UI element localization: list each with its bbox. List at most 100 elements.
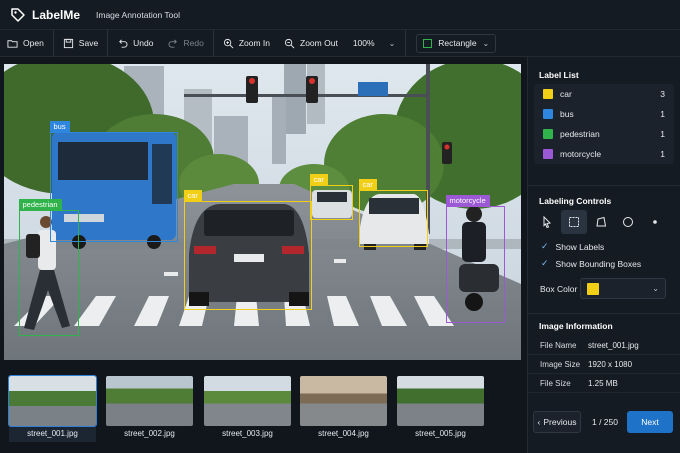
labeling-controls-title: Labeling Controls <box>539 196 612 206</box>
thumbnail-image <box>106 376 193 426</box>
label-name: motorcycle <box>560 149 602 159</box>
point-tool[interactable] <box>642 210 668 234</box>
zoom-in-label: Zoom In <box>238 38 271 48</box>
bbox-tag-car: car <box>183 190 202 201</box>
show-boxes-label: Show Bounding Boxes <box>555 258 642 269</box>
thumbnail-image <box>397 376 484 426</box>
label-count: 3 <box>660 89 665 99</box>
bbox-tag-car: car <box>309 174 328 185</box>
annotation-canvas[interactable]: bus pedestrian car car car motorcycle <box>4 64 521 360</box>
toolbar-divider <box>52 29 54 57</box>
check-icon: ✓ <box>541 241 549 251</box>
thumbnail-item[interactable]: street_002.jpg <box>106 376 193 442</box>
circle-icon <box>623 217 633 227</box>
bbox-tag-motorcycle: motorcycle <box>445 195 490 206</box>
previous-label: Previous <box>543 417 577 427</box>
section-divider <box>528 185 680 186</box>
chevron-down-icon: ⌄ <box>652 284 659 293</box>
open-button[interactable]: Open <box>0 30 51 57</box>
undo-label: Undo <box>133 38 154 48</box>
label-item-car[interactable]: car 3 <box>534 84 674 104</box>
thumbnail-image <box>300 376 387 426</box>
save-button[interactable]: Save <box>56 30 105 57</box>
info-row-file-size: File Size 1.25 MB <box>528 374 680 393</box>
label-count: 1 <box>660 129 665 139</box>
label-name: car <box>560 89 572 99</box>
chevron-left-icon: ‹ <box>537 417 541 427</box>
label-list: car 3 bus 1 pedestrian 1 motorcycle 1 <box>534 84 674 164</box>
save-icon <box>63 38 73 48</box>
folder-icon <box>7 39 18 48</box>
bbox-car-right[interactable]: car <box>358 179 428 247</box>
polygon-tool[interactable] <box>588 210 614 234</box>
tag-logo-icon <box>11 7 25 22</box>
zoom-in-button[interactable]: Zoom In <box>216 30 277 57</box>
info-key: Image Size <box>540 359 581 369</box>
thumbnail-name: street_005.jpg <box>415 429 466 438</box>
toolbar-divider <box>107 29 109 57</box>
thumbnail-item[interactable]: street_001.jpg <box>8 375 97 442</box>
color-swatch <box>543 109 553 119</box>
filmstrip: street_001.jpg street_002.jpg street_003… <box>0 366 526 453</box>
next-label: Next <box>641 417 659 427</box>
page-indicator: 1 / 250 <box>592 417 618 427</box>
show-boxes-toggle[interactable]: ✓ Show Bounding Boxes <box>541 258 641 269</box>
thumbnail-name: street_001.jpg <box>27 429 78 438</box>
info-row-file-name: File Name street_001.jpg <box>528 336 680 355</box>
label-list-title: Label List <box>539 70 579 80</box>
app-subtitle: Image Annotation Tool <box>96 9 180 20</box>
info-row-image-size: Image Size 1920 x 1080 <box>528 355 680 374</box>
select-tool[interactable] <box>534 210 560 234</box>
cursor-icon <box>543 216 552 228</box>
redo-label: Redo <box>183 38 204 48</box>
shape-select[interactable]: Rectangle ⌄ <box>416 33 497 53</box>
circle-tool[interactable] <box>615 210 641 234</box>
bbox-pedestrian[interactable]: pedestrian <box>18 199 79 336</box>
label-count: 1 <box>660 109 665 119</box>
label-item-pedestrian[interactable]: pedestrian 1 <box>534 124 674 144</box>
shape-select-value: Rectangle <box>438 38 477 48</box>
thumbnail-name: street_004.jpg <box>318 429 369 438</box>
bbox-tag-car: car <box>358 179 377 190</box>
thumbnail-name: street_003.jpg <box>222 429 273 438</box>
zoom-out-button[interactable]: Zoom Out <box>277 30 345 57</box>
chevron-down-icon: ⌄ <box>482 38 490 48</box>
point-icon <box>653 220 657 224</box>
label-item-motorcycle[interactable]: motorcycle 1 <box>534 144 674 164</box>
next-button[interactable]: Next <box>627 411 673 433</box>
thumbnail-image <box>204 376 291 426</box>
pagination: ‹ Previous 1 / 250 Next <box>528 411 680 437</box>
bbox-motorcycle[interactable]: motorcycle <box>445 195 505 323</box>
bbox-car-main[interactable]: car <box>183 190 312 310</box>
color-swatch <box>543 149 553 159</box>
show-labels-toggle[interactable]: ✓ Show Labels <box>541 241 604 252</box>
zoom-out-icon <box>284 38 295 48</box>
info-value: street_001.jpg <box>588 340 639 350</box>
bbox-tag-bus: bus <box>49 121 70 132</box>
info-key: File Name <box>540 340 577 350</box>
redo-icon <box>168 39 177 48</box>
undo-button[interactable]: Undo <box>110 30 160 57</box>
zoom-level-select[interactable]: 100% ⌄ <box>345 30 403 57</box>
thumbnail-item[interactable]: street_003.jpg <box>204 376 291 442</box>
label-item-bus[interactable]: bus 1 <box>534 104 674 124</box>
color-swatch <box>543 89 553 99</box>
label-name: bus <box>560 109 574 119</box>
rectangle-tool[interactable] <box>561 210 587 234</box>
toolbar-divider <box>405 29 407 57</box>
box-color-label: Box Color <box>540 284 578 294</box>
show-labels-label: Show Labels <box>555 241 605 252</box>
redo-button[interactable]: Redo <box>161 30 211 57</box>
info-key: File Size <box>540 378 571 388</box>
rectangle-icon <box>569 217 579 227</box>
thumbnail-item[interactable]: street_005.jpg <box>397 376 484 442</box>
bbox-car-far[interactable]: car <box>309 174 353 220</box>
draw-tools <box>534 210 674 234</box>
info-value: 1920 x 1080 <box>588 359 633 369</box>
toolbar-divider <box>212 29 214 57</box>
open-label: Open <box>23 38 44 48</box>
box-color-select[interactable]: ⌄ <box>580 278 666 299</box>
previous-button[interactable]: ‹ Previous <box>533 411 581 433</box>
image-info-title: Image Information <box>539 321 613 331</box>
thumbnail-item[interactable]: street_004.jpg <box>300 376 387 442</box>
